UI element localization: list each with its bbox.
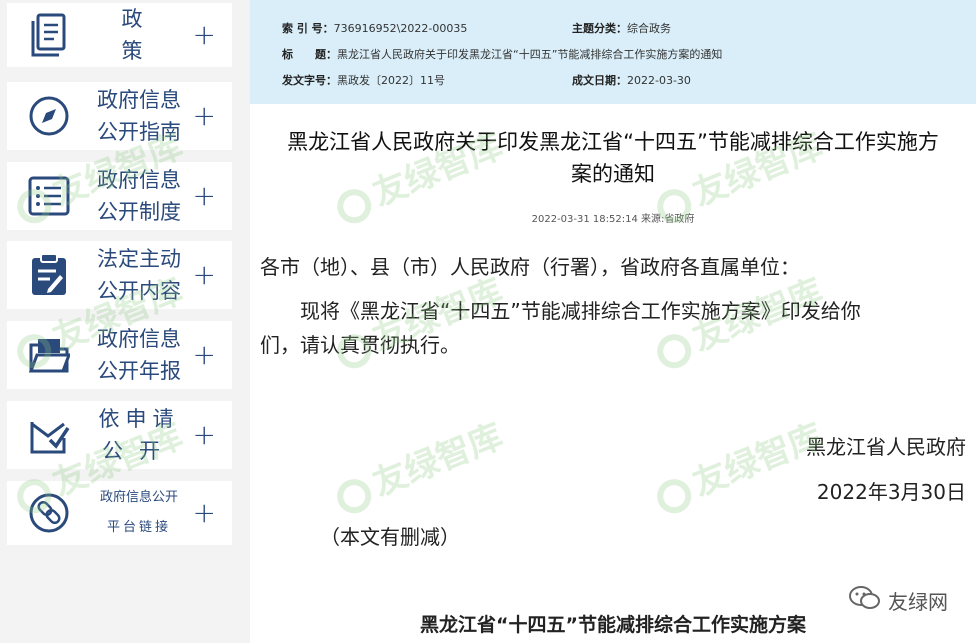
meta-date: 成文日期：2022-03-30 (572, 74, 691, 87)
editor-note: （本文有删减） (320, 525, 460, 549)
sidebar-item-guide[interactable]: 政府信息 公开指南 + (7, 82, 232, 150)
metadata-panel: 索 引 号：736916952\2022-00035 主题分类：综合政务 标 题… (250, 0, 976, 104)
sidebar-item-label: 平台链接 (106, 520, 171, 535)
sidebar-item-label: 政府信息 (97, 88, 181, 112)
link-icon (25, 489, 73, 537)
plus-icon[interactable]: + (193, 21, 216, 49)
sidebar-item-platform-links[interactable]: 政府信息公开 平台链接 + (7, 481, 232, 545)
sidebar-item-policy[interactable]: 政 策 + (7, 3, 232, 67)
meta-category: 主题分类：综合政务 (572, 22, 671, 35)
plus-icon[interactable]: + (193, 182, 216, 210)
article-title: 黑龙江省人民政府关于印发黑龙江省“十四五”节能减排综合工作实施方 案的通知 (287, 130, 939, 186)
sidebar-item-label: 政府信息公开 (99, 490, 178, 505)
sidebar-item-label: 政府信息 (97, 168, 181, 192)
sidebar-item-label: 公开指南 (97, 120, 181, 144)
checked-envelope-icon (25, 411, 73, 459)
folder-icon (25, 331, 73, 379)
sidebar-item-system[interactable]: 政府信息 公开制度 + (7, 162, 232, 230)
sidebar-item-annual-report[interactable]: 政府信息 公开年报 + (7, 321, 232, 389)
list-icon (25, 172, 73, 220)
clipboard-edit-icon (25, 251, 73, 299)
article-dateline: 2022-03-31 18:52:14 来源:省政府 (531, 214, 695, 225)
meta-docno: 发文字号：黑政发〔2022〕11号 (282, 74, 445, 87)
document-stack-icon (25, 11, 73, 59)
sidebar-item-label: 公开年报 (97, 359, 181, 383)
sidebar-item-label: 法定主动 (97, 247, 181, 271)
sidebar-item-label: 依申请 (98, 407, 180, 431)
sidebar-item-label: 公开 (102, 439, 176, 463)
meta-index: 索 引 号：736916952\2022-00035 (282, 22, 468, 35)
compass-icon (25, 92, 73, 140)
paragraph: 现将《黑龙江省“十四五”节能减排综合工作实施方案》印发给你 们，请认真贯彻执行。 (260, 299, 861, 357)
plus-icon[interactable]: + (193, 499, 216, 527)
sidebar-item-application[interactable]: 依申请 公开 + (7, 401, 232, 469)
sign-date: 2022年3月30日 (816, 480, 966, 504)
main-content: 索 引 号：736916952\2022-00035 主题分类：综合政务 标 题… (250, 0, 976, 643)
sidebar-item-label: 公开制度 (97, 200, 181, 224)
sidebar-item-label: 公开内容 (97, 279, 181, 303)
plus-icon[interactable]: + (193, 341, 216, 369)
wechat-icon (848, 584, 882, 617)
signature: 黑龙江省人民政府 (806, 435, 966, 459)
plus-icon[interactable]: + (193, 102, 216, 130)
sidebar-item-content[interactable]: 法定主动 公开内容 + (7, 241, 232, 309)
meta-title: 标 题：黑龙江省人民政府关于印发黑龙江省“十四五”节能减排综合工作实施方案的通知 (282, 48, 723, 61)
sidebar-item-label: 政府信息 (97, 327, 181, 351)
sidebar-item-label: 政 策 (121, 7, 192, 63)
plus-icon[interactable]: + (193, 261, 216, 289)
source-badge: 友绿网 (848, 584, 948, 617)
salutation: 各市（地）、县（市）人民政府（行署），省政府各直属单位： (260, 255, 800, 279)
plus-icon[interactable]: + (193, 421, 216, 449)
sidebar: 政 策 + 政府信息 公开指南 + 政府信息 公开制度 + 法定主动 公开内容 … (0, 0, 238, 643)
